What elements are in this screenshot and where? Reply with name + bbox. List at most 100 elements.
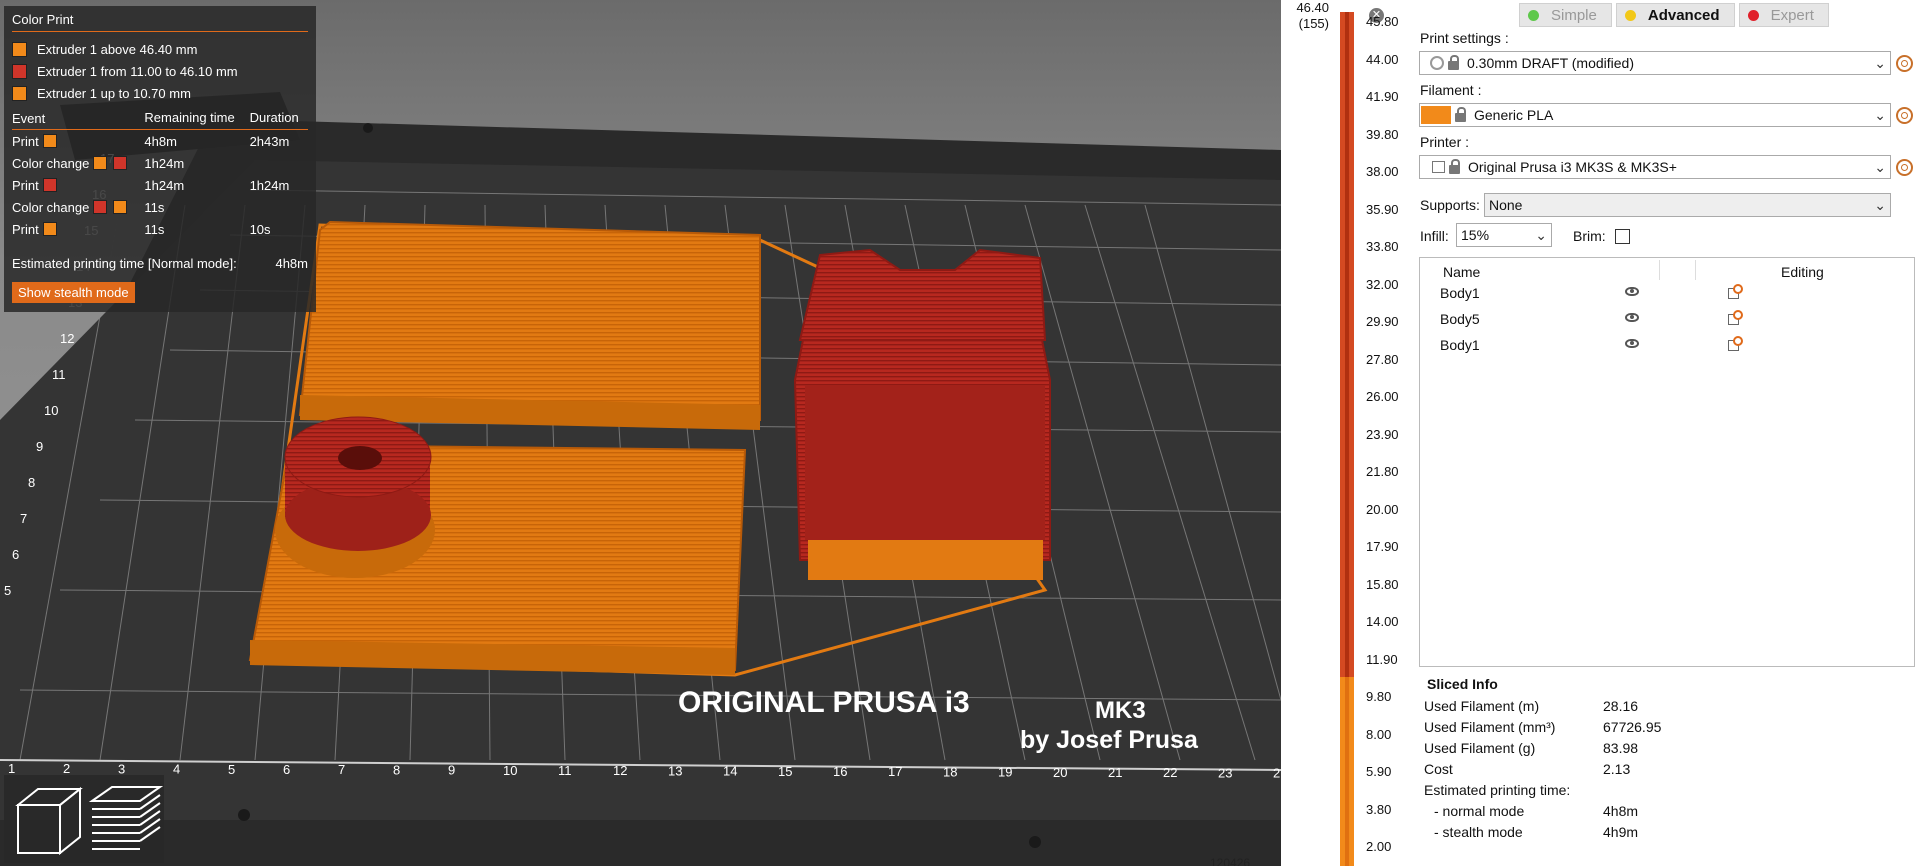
header-divider <box>1659 260 1660 280</box>
print-settings-gear-icon[interactable] <box>1896 55 1913 72</box>
event-color-swatch <box>93 156 108 170</box>
bed-x-tick-label: 21 <box>1108 765 1122 780</box>
bed-x-tick-label: 1 <box>8 761 15 776</box>
sliced-info-row: - normal mode 4h8m <box>1424 803 1904 823</box>
slider-tick-label: 20.00 <box>1366 501 1399 517</box>
sliced-info-value: 2.13 <box>1603 761 1631 777</box>
eye-icon[interactable] <box>1625 339 1639 348</box>
filament-color-swatch[interactable] <box>1421 106 1451 124</box>
layer-slider[interactable]: 46.40 (155) ✕ 45.80 44.00 41.90 39.80 38.00 3… <box>1281 0 1419 866</box>
lock-icon <box>1455 106 1466 122</box>
slider-top-height: 46.40 <box>1296 0 1329 15</box>
event-cell: Color change <box>12 200 144 215</box>
bed-x-tick-label: 14 <box>723 764 737 779</box>
header-event: Event <box>12 111 46 126</box>
legend-event-row: Color change 11s <box>12 196 308 218</box>
legend-title: Color Print <box>12 12 308 32</box>
mode-label: Simple <box>1551 6 1597 24</box>
slider-tick-label: 39.80 <box>1366 126 1399 142</box>
legend-range-row: Extruder 1 above 46.40 mm <box>12 38 308 60</box>
bed-x-tick-label: 23 <box>1218 765 1232 780</box>
sliced-info-panel: Sliced Info Used Filament (m) 28.16 Used F… <box>1419 670 1919 866</box>
slider-tick-label: 14.00 <box>1366 614 1399 629</box>
estimated-time-row: Estimated printing time [Normal mode]: 4… <box>12 256 308 276</box>
supports-combo[interactable]: None ⌄ <box>1484 193 1891 217</box>
event-cell: Color change <box>12 156 144 171</box>
printer-label: Printer : <box>1420 134 1470 150</box>
bed-x-tick-label: 6 <box>283 762 290 777</box>
event-label: Print <box>12 177 39 193</box>
show-stealth-mode-button[interactable]: Show stealth mode <box>12 282 135 303</box>
sliced-info-key: Used Filament (mm³) <box>1424 719 1556 735</box>
lock-icon <box>1448 54 1459 70</box>
header-duration: Duration <box>249 110 299 125</box>
object-row[interactable]: Body5 <box>1420 308 1914 334</box>
event-color-swatch <box>42 178 57 192</box>
printer-gear-icon[interactable] <box>1896 159 1913 176</box>
edit-settings-icon[interactable] <box>1728 310 1743 325</box>
infill-label: Infill: <box>1420 228 1449 244</box>
eye-icon[interactable] <box>1625 287 1639 296</box>
slider-tick-label: 15.80 <box>1366 576 1399 592</box>
object-row[interactable]: Body1 <box>1420 334 1914 360</box>
sliced-info-key: Cost <box>1424 761 1453 777</box>
mode-advanced-button[interactable]: Advanced <box>1615 3 1735 27</box>
estimated-time-label: Estimated printing time [Normal mode]: <box>12 256 237 271</box>
slider-track[interactable] <box>1340 12 1354 866</box>
view-toolbar <box>4 775 164 863</box>
sliced-info-key: - normal mode <box>1434 803 1525 819</box>
mode-expert-button[interactable]: Expert <box>1738 3 1829 27</box>
slider-tick-label: 3.80 <box>1366 801 1392 817</box>
3d-preview-canvas[interactable]: ORIGINAL PRUSA i3 MK3 by Josef Prusa 1 23… <box>0 0 1281 866</box>
color-print-legend: Color Print Extruder 1 above 46.40 mm Ext… <box>4 6 316 312</box>
filament-label: Filament : <box>1420 82 1482 98</box>
print-settings-value: 0.30mm DRAFT (modified) <box>1467 55 1635 71</box>
object-list-header: Name Editing <box>1420 258 1914 282</box>
print-settings-combo[interactable]: 0.30mm DRAFT (modified) ⌄ <box>1419 51 1891 75</box>
object-list: Name Editing Body1 Body5 Body1 <box>1419 257 1915 667</box>
layers-view-icon[interactable] <box>88 786 164 850</box>
bed-x-tick-label: 13 <box>668 763 682 778</box>
sidebar-panel: Simple Advanced Expert Print settings : 0.… <box>1419 0 1919 866</box>
filament-gear-icon[interactable] <box>1896 107 1913 124</box>
bed-x-tick-label: 5 <box>228 762 235 777</box>
event-remaining-time: 11s <box>144 199 165 215</box>
bed-x-tick-label: 8 <box>393 762 400 777</box>
edit-settings-icon[interactable] <box>1728 336 1743 351</box>
slider-tick-label: 17.90 <box>1366 539 1399 554</box>
printer-combo[interactable]: Original Prusa i3 MK3S & MK3S+ ⌄ <box>1419 155 1891 179</box>
bed-y-tick-label: 7 <box>20 511 27 526</box>
chevron-down-icon: ⌄ <box>1874 197 1886 213</box>
bed-y-tick-label: 6 <box>12 547 19 562</box>
legend-color-swatch <box>12 41 27 57</box>
bed-x-tick-label: 15 <box>778 764 792 779</box>
sliced-info-key: Used Filament (g) <box>1424 740 1536 756</box>
infill-combo[interactable]: 15% ⌄ <box>1456 223 1552 247</box>
brim-checkbox[interactable] <box>1615 229 1630 244</box>
supports-label: Supports: <box>1420 197 1480 213</box>
sliced-info-value: 4h8m <box>1603 803 1639 819</box>
filament-combo[interactable]: Generic PLA ⌄ <box>1419 103 1891 127</box>
bed-x-tick-label: 10 <box>503 763 517 778</box>
edit-settings-icon[interactable] <box>1728 284 1743 299</box>
eye-icon[interactable] <box>1625 313 1639 322</box>
header-divider <box>1695 260 1696 280</box>
3d-view-icon[interactable] <box>12 779 84 859</box>
event-cell: Print <box>12 222 144 237</box>
event-remaining-time: 4h8m <box>144 133 177 149</box>
bed-y-tick-label: 5 <box>4 583 11 598</box>
slider-core-lower <box>1345 677 1349 866</box>
event-duration: 10s <box>249 221 271 237</box>
event-duration: 1h24m <box>249 177 290 193</box>
sliced-info-value: 83.98 <box>1603 740 1639 756</box>
mode-simple-button[interactable]: Simple <box>1519 3 1612 27</box>
object-row[interactable]: Body1 <box>1420 282 1914 308</box>
mode-dot-icon <box>1528 9 1539 21</box>
legend-color-swatch <box>12 85 27 101</box>
legend-color-swatch <box>12 63 27 79</box>
legend-range-label: Extruder 1 above 46.40 mm <box>37 41 198 57</box>
legend-range-label: Extruder 1 up to 10.70 mm <box>37 85 191 101</box>
object-name: Body1 <box>1440 285 1480 301</box>
bed-y-tick-label: 11 <box>52 367 66 382</box>
sliced-info-title: Sliced Info <box>1427 676 1498 692</box>
